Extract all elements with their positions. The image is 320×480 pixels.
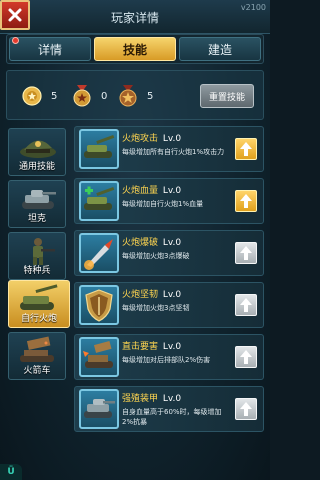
artillery-icon bbox=[20, 284, 58, 310]
tank-icon bbox=[22, 190, 56, 209]
skill-level: Lv.0 bbox=[162, 290, 182, 300]
sidebar-label: 通用技能 bbox=[18, 162, 55, 172]
upgrade-button[interactable] bbox=[235, 398, 257, 420]
skill-row: 火炮血量 Lv.0 每级增加自行火炮1%血量 bbox=[74, 178, 264, 224]
arrow-up-icon bbox=[240, 142, 252, 156]
skill-icon-frame bbox=[79, 337, 119, 377]
skill-title: 强殖装甲 Lv.0 bbox=[122, 391, 181, 404]
medal-star: 5 bbox=[117, 84, 153, 108]
missile-blast-icon bbox=[84, 239, 113, 270]
skill-row: 火炮爆破 Lv.0 每级增加火炮3点爆破 bbox=[74, 230, 264, 276]
skill-icon-frame bbox=[79, 181, 119, 221]
tab-bar: 详情 技能 建造 bbox=[6, 34, 264, 64]
artillery-attack-icon bbox=[84, 134, 115, 158]
medal-summary: 5 0 5 重置技能 bbox=[6, 70, 264, 120]
sidebar-label: 火箭车 bbox=[23, 366, 51, 376]
officer-cap-icon bbox=[20, 140, 56, 158]
header-bar: 玩家详情 v2100 bbox=[0, 0, 270, 34]
skill-title: 直击要害 Lv.0 bbox=[122, 339, 181, 352]
tab-label: 技能 bbox=[122, 42, 147, 57]
shield-icon bbox=[85, 289, 113, 322]
armor-icon bbox=[84, 399, 115, 418]
skill-icon-frame bbox=[79, 129, 119, 169]
star-medal-icon bbox=[119, 85, 137, 107]
skill-description: 每级增加火炮3点坚韧 bbox=[122, 304, 190, 312]
skill-icon-frame bbox=[79, 389, 119, 429]
upgrade-button[interactable] bbox=[235, 294, 257, 316]
skill-title: 火炮血量 Lv.0 bbox=[122, 183, 181, 196]
skill-name: 直击要害 bbox=[122, 342, 159, 352]
skill-title: 火炮攻击 Lv.0 bbox=[122, 131, 181, 144]
skill-row: 火炮坚韧 Lv.0 每级增加火炮3点坚韧 bbox=[74, 282, 264, 328]
skill-description: 自身血量高于60%时，每级增加2%抗暴 bbox=[122, 408, 222, 426]
medal-count: 5 bbox=[147, 90, 154, 102]
skill-level: Lv.0 bbox=[162, 238, 182, 248]
arrow-up-icon bbox=[240, 402, 252, 416]
sidebar-item-tank[interactable]: 坦克 bbox=[8, 180, 66, 228]
sidebar-label: 自行火炮 bbox=[20, 314, 57, 324]
artillery-hp-icon bbox=[84, 186, 115, 210]
soldier-icon bbox=[33, 238, 55, 265]
skill-level: Lv.0 bbox=[162, 134, 182, 144]
sidebar-item-special-forces[interactable]: 特种兵 bbox=[8, 232, 66, 280]
arrow-up-icon bbox=[240, 298, 252, 312]
medal-count: 5 bbox=[51, 90, 58, 102]
rocket-launcher-icon bbox=[20, 336, 54, 362]
app-logo: Ü bbox=[0, 464, 22, 480]
skill-description: 每级增加所有自行火炮1%攻击力 bbox=[122, 148, 225, 156]
skill-row: 火炮攻击 Lv.0 每级增加所有自行火炮1%攻击力 bbox=[74, 126, 264, 172]
arrow-up-icon bbox=[240, 194, 252, 208]
arrow-up-icon bbox=[240, 350, 252, 364]
skill-description: 每级增加自行火炮1%血量 bbox=[122, 200, 204, 208]
skill-name: 火炮攻击 bbox=[122, 134, 159, 144]
tab-label: 详情 bbox=[37, 42, 62, 57]
medal-count: 0 bbox=[101, 90, 108, 102]
skill-row: 强殖装甲 Lv.0 自身血量高于60%时，每级增加2%抗暴 bbox=[74, 386, 264, 432]
version-label: v2100 bbox=[240, 3, 266, 12]
tab-build[interactable]: 建造 bbox=[179, 37, 261, 61]
sidebar-item-general[interactable]: 通用技能 bbox=[8, 128, 66, 176]
tab-skills[interactable]: 技能 bbox=[94, 37, 176, 61]
skill-level: Lv.0 bbox=[162, 394, 182, 404]
notification-dot bbox=[12, 37, 19, 44]
skill-title: 火炮坚韧 Lv.0 bbox=[122, 287, 181, 300]
page-title: 玩家详情 bbox=[110, 11, 159, 25]
skill-icon-frame bbox=[79, 285, 119, 325]
skill-description: 每级增加火炮3点爆破 bbox=[122, 252, 190, 260]
sidebar-item-rocket-launcher[interactable]: 火箭车 bbox=[8, 332, 66, 380]
sidebar-label: 特种兵 bbox=[23, 266, 51, 276]
skill-row: 直击要害 Lv.0 每级增加对后排部队2%伤害 bbox=[74, 334, 264, 380]
skill-description: 每级增加对后排部队2%伤害 bbox=[122, 356, 211, 364]
skill-name: 火炮血量 bbox=[122, 186, 159, 196]
skill-level: Lv.0 bbox=[162, 186, 182, 196]
skill-name: 强殖装甲 bbox=[122, 394, 159, 404]
tab-label: 建造 bbox=[207, 42, 232, 57]
arrow-up-icon bbox=[240, 246, 252, 260]
skill-level: Lv.0 bbox=[162, 342, 182, 352]
skill-title: 火炮爆破 Lv.0 bbox=[122, 235, 181, 248]
medal-gold: 5 bbox=[21, 84, 57, 108]
upgrade-button[interactable] bbox=[235, 190, 257, 212]
artillery-strike-icon bbox=[83, 340, 113, 368]
upgrade-button[interactable] bbox=[235, 346, 257, 368]
tab-details[interactable]: 详情 bbox=[9, 37, 91, 61]
sidebar-item-artillery[interactable]: 自行火炮 bbox=[8, 280, 70, 328]
sidebar-label: 坦克 bbox=[27, 214, 46, 224]
skill-name: 火炮爆破 bbox=[122, 238, 159, 248]
gold-medal-icon bbox=[22, 86, 42, 106]
ribbon-medal-icon bbox=[73, 85, 91, 107]
upgrade-button[interactable] bbox=[235, 138, 257, 160]
reset-skills-button[interactable]: 重置技能 bbox=[200, 84, 254, 108]
upgrade-button[interactable] bbox=[235, 242, 257, 264]
skill-icon-frame bbox=[79, 233, 119, 273]
skill-name: 火炮坚韧 bbox=[122, 290, 159, 300]
medal-red: 0 bbox=[71, 84, 107, 108]
